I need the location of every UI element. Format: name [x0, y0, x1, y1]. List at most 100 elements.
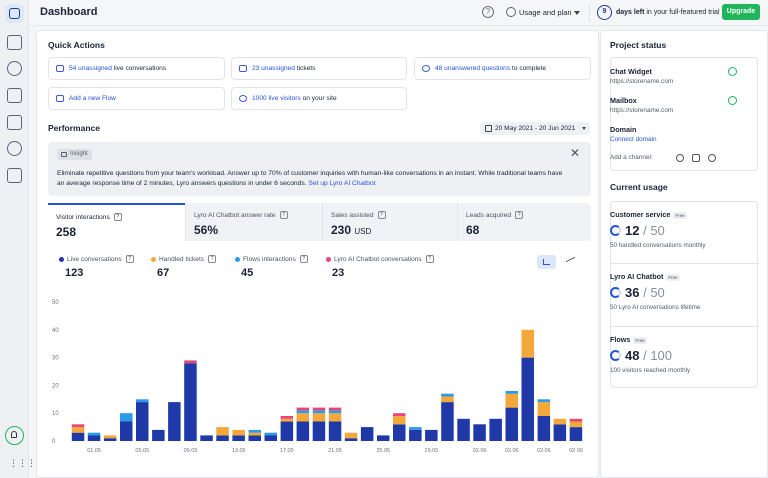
- bar-segment[interactable]: [360, 427, 374, 441]
- legend-live-conversations[interactable]: Live conversations? 123: [59, 255, 134, 279]
- bar-segment[interactable]: [296, 410, 310, 414]
- bar-segment[interactable]: [393, 424, 406, 441]
- tab-sales-assisted[interactable]: Sales assisted? 230 USD: [323, 203, 457, 241]
- messenger-icon[interactable]: [708, 154, 716, 162]
- bar-segment[interactable]: [328, 421, 342, 442]
- bar-segment[interactable]: [103, 435, 117, 439]
- bar-segment[interactable]: [505, 407, 519, 441]
- upgrade-button[interactable]: Upgrade: [722, 4, 760, 20]
- usage-and-plan-dropdown[interactable]: Usage and plan: [519, 8, 572, 17]
- info-icon[interactable]: ?: [299, 255, 308, 263]
- instagram-icon[interactable]: [692, 154, 700, 162]
- bar-segment[interactable]: [489, 418, 502, 441]
- bar-segment[interactable]: [232, 429, 245, 436]
- bar-segment[interactable]: [425, 429, 438, 441]
- bar-segment[interactable]: [216, 427, 229, 436]
- bar-segment[interactable]: [457, 418, 470, 441]
- bar-segment[interactable]: [136, 399, 149, 403]
- bar-segment[interactable]: [136, 402, 149, 441]
- bar-segment[interactable]: [328, 410, 342, 414]
- bar-segment[interactable]: [344, 432, 358, 439]
- bar-segment[interactable]: [409, 429, 422, 441]
- tickets-icon[interactable]: [7, 115, 22, 130]
- whatsapp-icon[interactable]: [676, 154, 684, 162]
- bar-segment[interactable]: [409, 427, 422, 430]
- bot-icon[interactable]: [7, 61, 22, 76]
- bar-segment[interactable]: [521, 357, 535, 441]
- bar-segment[interactable]: [296, 407, 310, 411]
- bar-segment[interactable]: [328, 413, 342, 422]
- bar-segment[interactable]: [248, 429, 262, 433]
- bar-segment[interactable]: [393, 416, 406, 425]
- bar-segment[interactable]: [168, 402, 181, 441]
- bar-segment[interactable]: [248, 432, 262, 436]
- contacts-icon[interactable]: [7, 141, 22, 156]
- tab-lyro-answer-rate[interactable]: Lyro AI Chatbot answer rate? 56%: [186, 203, 322, 241]
- bar-segment[interactable]: [569, 421, 583, 428]
- bar-segment[interactable]: [280, 418, 294, 422]
- bar-segment[interactable]: [296, 421, 310, 442]
- quick-action-tickets[interactable]: 23 unassigned tickets: [231, 57, 407, 80]
- lightbulb-icon[interactable]: [5, 426, 24, 445]
- bar-segment[interactable]: [569, 427, 583, 441]
- bar-segment[interactable]: [232, 435, 245, 441]
- flows-icon[interactable]: [7, 88, 22, 103]
- quick-action-live-conversations[interactable]: 54 unassigned live conversations: [48, 57, 225, 80]
- chevron-down-icon[interactable]: [574, 11, 580, 15]
- status-chat-widget[interactable]: Chat Widget https://storename.com: [610, 67, 740, 85]
- info-icon[interactable]: ?: [279, 211, 288, 219]
- bar-segment[interactable]: [569, 418, 583, 422]
- bar-segment[interactable]: [441, 402, 454, 441]
- bar-segment[interactable]: [184, 360, 197, 364]
- bar-chart-toggle[interactable]: [537, 255, 556, 269]
- usage-lyro-chatbot[interactable]: Lyro AI Chatbot Free 36 / 50 50 Lyro AI c…: [610, 272, 700, 311]
- line-chart-toggle[interactable]: [561, 255, 580, 269]
- bar-segment[interactable]: [264, 432, 278, 436]
- connect-domain-link[interactable]: Connect domain: [610, 136, 740, 143]
- info-icon[interactable]: ?: [125, 255, 134, 263]
- quick-action-unanswered-questions[interactable]: 48 unanswered questions to complete: [414, 57, 591, 80]
- tab-visitor-interactions[interactable]: Visitor interactions? 258: [48, 203, 185, 241]
- bar-segment[interactable]: [87, 432, 101, 436]
- quick-action-live-visitors[interactable]: 1000 live visitors on your site: [231, 87, 407, 110]
- bar-segment[interactable]: [280, 421, 294, 442]
- setup-lyro-link[interactable]: Set up Lyro AI Chatbot: [308, 180, 375, 187]
- bar-segment[interactable]: [296, 413, 310, 422]
- bar-segment[interactable]: [71, 427, 85, 433]
- info-icon[interactable]: ?: [208, 255, 217, 263]
- bar-segment[interactable]: [103, 438, 117, 441]
- analytics-icon[interactable]: [7, 168, 22, 183]
- bar-segment[interactable]: [537, 402, 551, 416]
- bar-segment[interactable]: [553, 424, 567, 441]
- bar-segment[interactable]: [71, 432, 85, 441]
- status-domain[interactable]: Domain Connect domain: [610, 125, 740, 143]
- bar-segment[interactable]: [87, 435, 101, 441]
- close-icon[interactable]: ✕: [570, 146, 580, 160]
- quick-action-add-flow[interactable]: Add a new Flow: [48, 87, 225, 110]
- bar-segment[interactable]: [71, 424, 85, 428]
- bar-segment[interactable]: [312, 410, 326, 414]
- bar-segment[interactable]: [312, 413, 326, 422]
- usage-flows[interactable]: Flows Free 48 / 100 100 visitors reached …: [610, 335, 690, 374]
- bar-segment[interactable]: [521, 329, 535, 358]
- apps-grid-icon[interactable]: ⋮⋮⋮: [9, 459, 36, 468]
- bar-segment[interactable]: [216, 435, 229, 441]
- bar-segment[interactable]: [505, 393, 519, 408]
- legend-lyro-conversations[interactable]: Lyro AI Chatbot conversations? 23: [326, 255, 434, 279]
- bar-segment[interactable]: [312, 421, 326, 442]
- bar-segment[interactable]: [152, 429, 165, 441]
- bar-segment[interactable]: [537, 399, 551, 403]
- bar-segment[interactable]: [248, 435, 262, 441]
- info-icon[interactable]: ?: [515, 211, 524, 219]
- bar-segment[interactable]: [120, 421, 133, 442]
- bar-segment[interactable]: [393, 413, 406, 416]
- bar-segment[interactable]: [473, 424, 486, 441]
- bar-segment[interactable]: [377, 435, 390, 441]
- bar-segment[interactable]: [200, 435, 213, 441]
- bar-segment[interactable]: [537, 416, 551, 441]
- bar-segment[interactable]: [280, 416, 294, 419]
- bar-segment[interactable]: [328, 407, 342, 411]
- bar-segment[interactable]: [312, 407, 326, 411]
- bar-segment[interactable]: [264, 435, 278, 441]
- inbox-icon[interactable]: [7, 35, 22, 50]
